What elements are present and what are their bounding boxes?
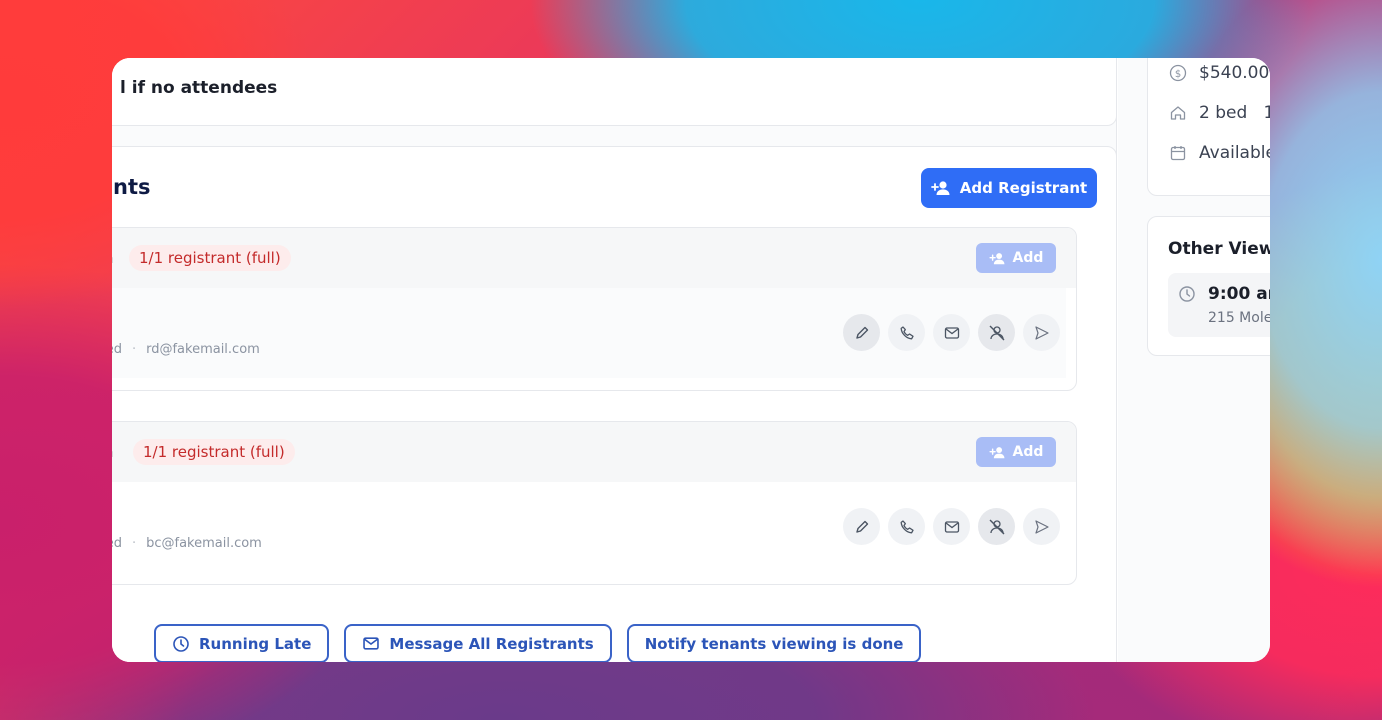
- slot-time: n: [112, 248, 113, 267]
- property-details-card: $ $540.00 2 bed 1 Available: [1147, 58, 1270, 196]
- running-late-button[interactable]: Running Late: [154, 624, 330, 662]
- add-to-slot-button[interactable]: Add: [976, 243, 1056, 273]
- add-registrant-button[interactable]: Add Registrant: [921, 168, 1097, 208]
- send-icon: [1034, 325, 1050, 341]
- other-viewing-item[interactable]: 9:00 an 215 Mole: [1168, 273, 1270, 337]
- registrant-row: applied · bc@fakemail.com: [112, 482, 1066, 572]
- no-show-icon: [988, 324, 1006, 342]
- other-viewings-card: Other Viewi 9:00 an 215 Mole: [1147, 216, 1270, 356]
- price-row: $ $540.00: [1169, 63, 1269, 83]
- other-viewings-title: Other Viewi: [1168, 239, 1270, 259]
- viewing-slot: n 1/1 registrant (full) Add nt applied·r…: [112, 227, 1077, 391]
- registrant-actions: [843, 508, 1060, 545]
- add-to-slot-button[interactable]: Add: [976, 437, 1056, 467]
- other-viewing-time: 9:00 an: [1208, 284, 1270, 304]
- main-column: l if no attendees nts Add Registrant n 1…: [112, 58, 1117, 662]
- beds-row: 2 bed 1: [1169, 103, 1270, 123]
- viewing-slot: n 1/1 registrant (full) Add applied · bc@f…: [112, 421, 1077, 585]
- send-button[interactable]: [1023, 314, 1060, 351]
- registrant-status: applied: [112, 536, 122, 551]
- calendar-icon: [1169, 144, 1187, 162]
- slot-header: n 1/1 registrant (full) Add: [112, 228, 1076, 288]
- registrant-actions: [843, 314, 1060, 351]
- registrant-email: bc@fakemail.com: [146, 536, 262, 551]
- availability-value: Available: [1199, 143, 1270, 163]
- mail-icon: [944, 326, 960, 340]
- add-label: Add: [1012, 250, 1044, 266]
- notify-done-button[interactable]: Notify tenants viewing is done: [626, 624, 922, 662]
- message-all-label: Message All Registrants: [389, 634, 594, 653]
- dollar-icon: $: [1169, 64, 1187, 82]
- registrants-card: nts Add Registrant n 1/1 registrant (ful…: [112, 146, 1117, 662]
- send-button[interactable]: [1023, 508, 1060, 545]
- mark-no-show-button[interactable]: [978, 508, 1015, 545]
- side-column: $ $540.00 2 bed 1 Available Other Viewi …: [1118, 58, 1270, 662]
- slot-header: n 1/1 registrant (full) Add: [112, 422, 1076, 482]
- availability-row: Available: [1169, 143, 1270, 163]
- svg-text:$: $: [1175, 69, 1181, 80]
- mail-icon: [362, 636, 380, 651]
- phone-icon: [899, 325, 915, 341]
- clock-icon: [172, 635, 190, 653]
- email-button[interactable]: [933, 508, 970, 545]
- send-icon: [1034, 519, 1050, 535]
- add-registrant-label: Add Registrant: [959, 179, 1088, 197]
- slot-time: n: [112, 442, 113, 461]
- call-button[interactable]: [888, 508, 925, 545]
- registrant-row: nt applied·rd@fakemail.com: [112, 288, 1066, 378]
- capacity-badge: 1/1 registrant (full): [129, 245, 291, 271]
- email-button[interactable]: [933, 314, 970, 351]
- home-icon: [1169, 104, 1187, 122]
- add-user-icon: [989, 252, 1006, 265]
- cancel-option-card: l if no attendees: [112, 58, 1117, 126]
- registrants-title: nts: [113, 175, 151, 199]
- mail-icon: [944, 520, 960, 534]
- other-viewing-address: 215 Mole: [1208, 310, 1270, 326]
- separator-dot: ·: [131, 342, 137, 357]
- app-window: l if no attendees nts Add Registrant n 1…: [112, 58, 1270, 662]
- registrant-meta: applied · bc@fakemail.com: [112, 536, 262, 551]
- separator-dot: ·: [131, 536, 137, 551]
- message-all-button[interactable]: Message All Registrants: [344, 624, 612, 662]
- notify-done-label: Notify tenants viewing is done: [644, 634, 904, 653]
- add-label: Add: [1012, 444, 1044, 460]
- capacity-badge: 1/1 registrant (full): [133, 439, 295, 465]
- no-show-icon: [988, 518, 1006, 536]
- edit-button[interactable]: [843, 508, 880, 545]
- edit-button[interactable]: [843, 314, 880, 351]
- mark-no-show-button[interactable]: [978, 314, 1015, 351]
- price-value: $540.00: [1199, 63, 1270, 83]
- beds-value: 2 bed 1: [1199, 103, 1270, 123]
- pencil-icon: [854, 519, 870, 535]
- call-button[interactable]: [888, 314, 925, 351]
- registrant-status: applied: [112, 342, 122, 357]
- phone-icon: [899, 519, 915, 535]
- registrant-email: rd@fakemail.com: [146, 342, 260, 357]
- add-user-icon: [930, 180, 951, 196]
- clock-icon: [1178, 285, 1196, 303]
- running-late-label: Running Late: [199, 634, 312, 653]
- pencil-icon: [854, 325, 870, 341]
- viewing-actions-bar: Running Late Message All Registrants Not…: [154, 624, 922, 662]
- cancel-option-text: l if no attendees: [120, 78, 278, 98]
- add-user-icon: [989, 446, 1006, 459]
- registrant-meta: applied · rd@fakemail.com: [112, 342, 260, 357]
